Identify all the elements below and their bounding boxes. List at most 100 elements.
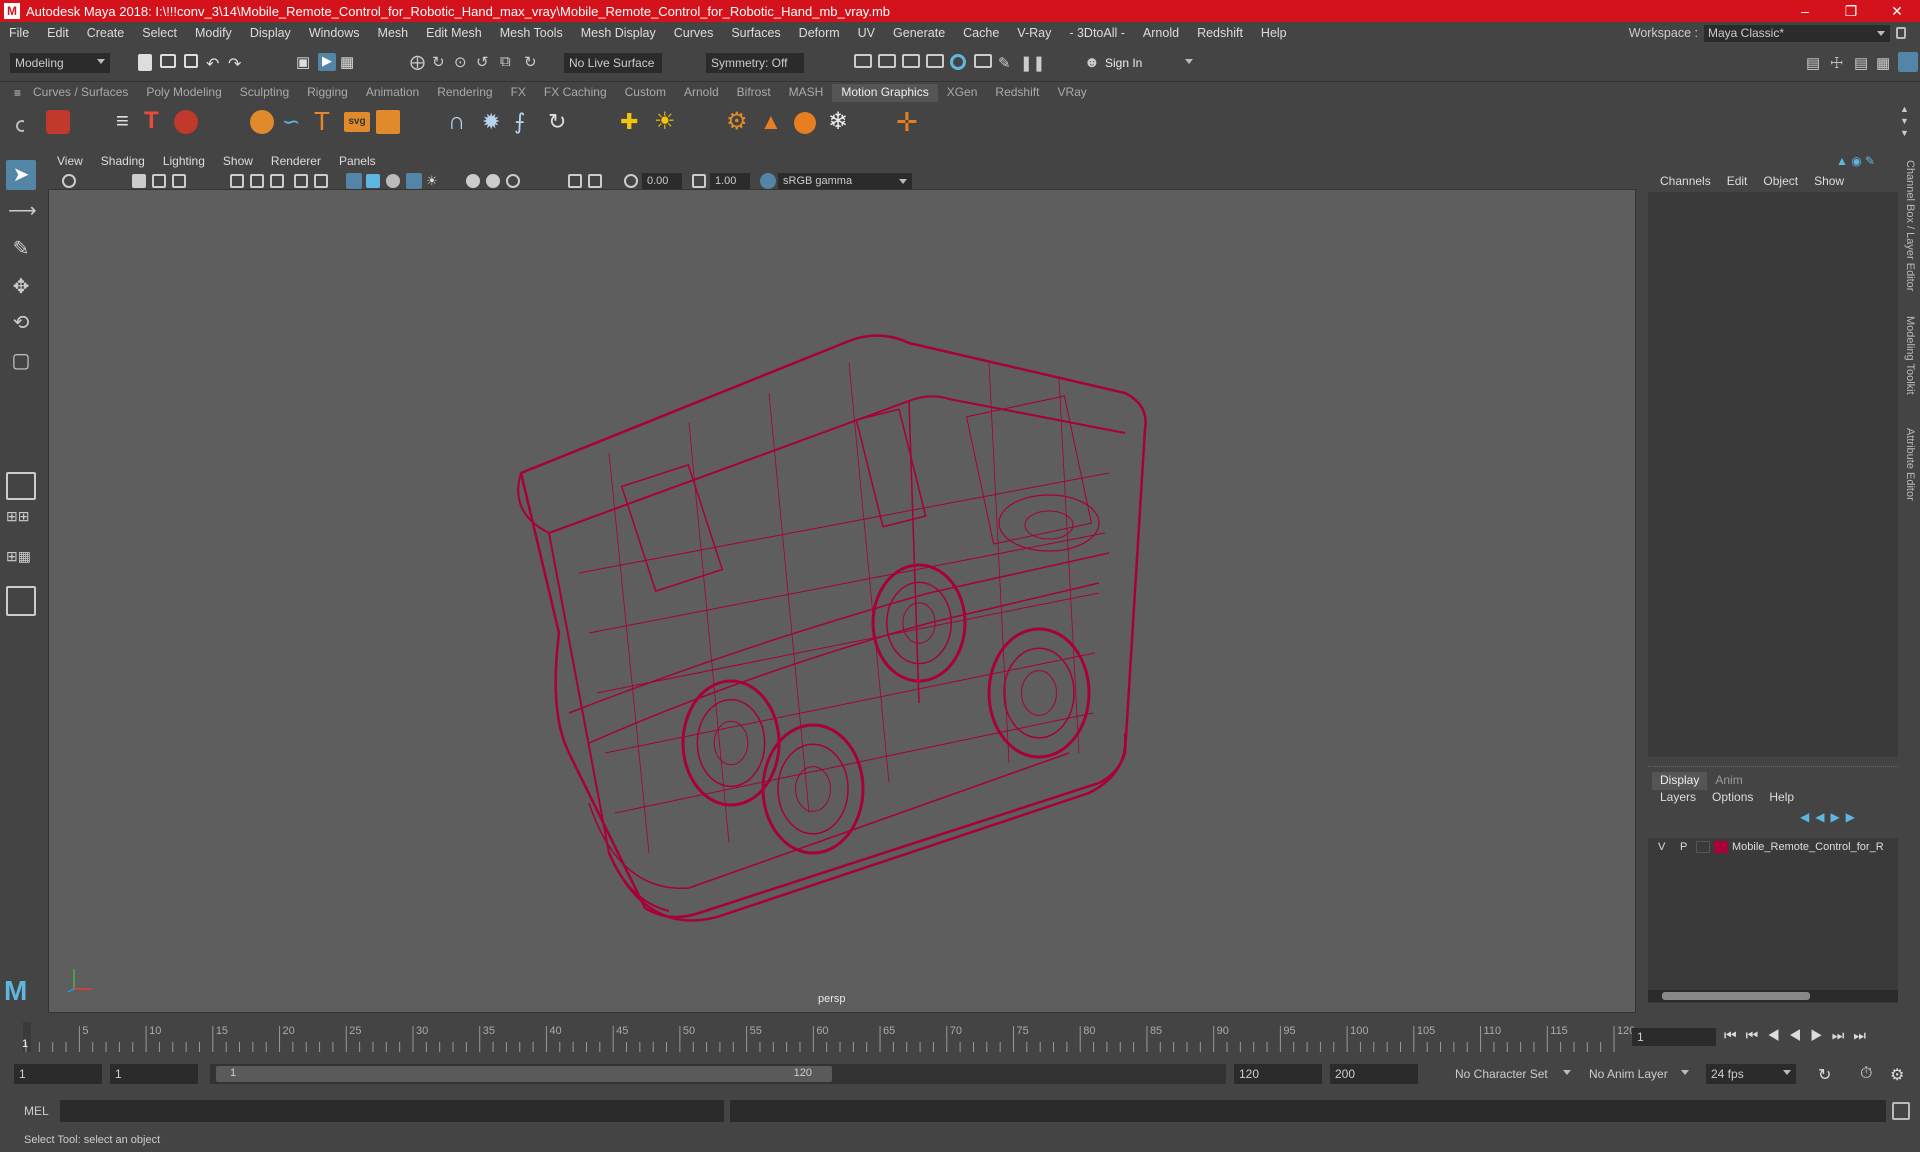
layer-arrow-icons[interactable]: ◀◀▶▶ [1800, 810, 1892, 826]
menu-vray[interactable]: V-Ray [1008, 26, 1060, 40]
grid-toggle-icon[interactable] [230, 174, 244, 188]
layer-scroll-thumb[interactable] [1662, 992, 1810, 1000]
viewport-menu-view[interactable]: View [48, 152, 92, 172]
move-tool-icon[interactable]: ✥ [8, 274, 34, 300]
snap-curve-icon[interactable]: ↻ [432, 53, 450, 71]
save-scene-icon[interactable] [184, 54, 198, 68]
gate-mask-icon[interactable] [294, 174, 308, 188]
ipr-render-icon[interactable] [902, 54, 920, 68]
light-editor-icon[interactable]: ✎ [998, 54, 1016, 72]
render-view-icon[interactable] [854, 54, 872, 68]
undo-icon[interactable]: ↶ [206, 54, 224, 73]
shelf-tab[interactable]: FX Caching [535, 84, 616, 102]
shelf-tab[interactable]: VRay [1048, 84, 1095, 102]
step-back-frame-icon[interactable]: ◀ [1767, 1027, 1789, 1043]
shelf-scroll-up-icon[interactable]: ▲ [1900, 104, 1909, 114]
redo-icon[interactable]: ↷ [228, 54, 246, 73]
character-controls-icon[interactable]: ☩ [1830, 54, 1848, 72]
lights-icon[interactable]: ☀ [426, 174, 440, 188]
scale-tool-icon[interactable]: ▢ [8, 348, 34, 374]
svg-icon[interactable]: svg [344, 112, 370, 132]
play-back-icon[interactable]: ◀ [1789, 1027, 1811, 1043]
color-management-icon[interactable] [760, 173, 776, 189]
go-to-start-icon[interactable]: ⏮ [1724, 1027, 1746, 1043]
shelf-tab[interactable]: Custom [616, 84, 675, 102]
box-icon[interactable] [376, 110, 400, 134]
menu-set-select[interactable]: Modeling [10, 53, 110, 73]
step-back-key-icon[interactable]: ⏮ [1746, 1027, 1768, 1043]
shelf-tab[interactable]: Arnold [675, 84, 728, 102]
layer-visibility-toggle[interactable]: V [1658, 841, 1665, 853]
viewport-menu-panels[interactable]: Panels [330, 152, 385, 172]
maximize-button[interactable]: ❐ [1828, 0, 1874, 22]
layer-type-toggle[interactable] [1696, 841, 1710, 853]
modeling-toolkit-side-tab[interactable]: Modeling Toolkit [1904, 316, 1916, 395]
menu-mesh-tools[interactable]: Mesh Tools [491, 26, 572, 40]
render-settings-icon[interactable] [926, 54, 944, 68]
blob-icon[interactable] [794, 112, 816, 134]
panel-splitter[interactable] [1648, 766, 1898, 770]
type-icon[interactable]: T [314, 108, 338, 134]
camera-attributes-icon[interactable] [132, 174, 146, 188]
menu-generate[interactable]: Generate [884, 26, 954, 40]
shelf-menu-arrow-icon[interactable]: ▼ [1900, 128, 1909, 138]
snap-grid-icon[interactable]: ⨁ [410, 53, 428, 71]
show-menu[interactable]: Show [1806, 174, 1852, 190]
time-slider[interactable]: 5 10 15 20 25 30 35 40 45 50 55 60 65 70 75 80 85 90 95 100… [0, 1018, 1920, 1056]
layer-scrollbar[interactable] [1648, 990, 1898, 1002]
modeling-toolkit-icon[interactable]: ▤ [1806, 54, 1824, 72]
auto-key-icon[interactable]: ⏱ [1860, 1065, 1878, 1083]
shelf-tab[interactable]: Curves / Surfaces [24, 84, 137, 102]
shadows-icon[interactable] [466, 174, 480, 188]
channel-box-side-tab[interactable]: Channel Box / Layer Editor [1904, 160, 1916, 291]
snowflake-icon[interactable]: ❄ [828, 108, 854, 136]
wireframe-on-shaded-icon[interactable] [386, 174, 400, 188]
shelf-scroll-down-icon[interactable]: ▼ [1900, 116, 1909, 126]
layer-name[interactable]: Mobile_Remote_Control_for_R [1732, 841, 1884, 853]
options-menu[interactable]: Options [1704, 790, 1761, 806]
select-by-component-icon[interactable]: ▦ [340, 53, 358, 71]
select-tool-icon[interactable]: ➤ [6, 160, 36, 190]
shelf-tab[interactable]: Poly Modeling [137, 84, 230, 102]
pause-render-icon[interactable]: ❚❚ [1020, 54, 1045, 72]
object-menu[interactable]: Object [1755, 174, 1806, 190]
mash-cube-icon[interactable] [46, 110, 70, 134]
menu-mesh-display[interactable]: Mesh Display [572, 26, 665, 40]
snap-plane-icon[interactable]: ↺ [476, 53, 494, 71]
resolution-gate-icon[interactable] [270, 174, 284, 188]
smooth-shade-icon[interactable] [366, 174, 380, 188]
menu-file[interactable]: File [0, 26, 38, 40]
menu-3dtoall[interactable]: - 3DtoAll - [1060, 26, 1134, 40]
brush-icon[interactable]: ✹ [482, 108, 508, 136]
animation-start-field[interactable]: 1 [14, 1064, 102, 1084]
list-icon[interactable]: ≡ [116, 110, 136, 132]
curve-icon[interactable]: ∽ [282, 110, 306, 134]
sphere-icon[interactable] [250, 110, 274, 134]
menu-edit[interactable]: Edit [38, 26, 78, 40]
exposure-icon[interactable] [624, 174, 638, 188]
gear-orange-icon[interactable]: ⚙ [726, 108, 752, 136]
paint-select-tool-icon[interactable]: ✎ [8, 236, 34, 262]
viewport-menu-shading[interactable]: Shading [92, 152, 154, 172]
character-set-select[interactable]: No Character Set [1450, 1064, 1576, 1084]
shirt-icon[interactable]: ▲ [760, 108, 786, 136]
menu-edit-mesh[interactable]: Edit Mesh [417, 26, 491, 40]
shelf-tab[interactable]: MASH [780, 84, 833, 102]
gamma-icon[interactable] [692, 174, 706, 188]
viewport-persp[interactable] [48, 152, 1636, 1013]
viewport-menu-show[interactable]: Show [214, 152, 262, 172]
channel-box[interactable] [1648, 192, 1898, 757]
command-input[interactable] [60, 1100, 724, 1122]
menu-modify[interactable]: Modify [186, 26, 241, 40]
shelf-tab[interactable]: Animation [357, 84, 428, 102]
image-plane-icon[interactable] [172, 174, 186, 188]
channel-box-icon[interactable] [1898, 52, 1918, 72]
playback-end-field[interactable]: 120 [1234, 1064, 1322, 1084]
new-scene-icon[interactable] [138, 54, 152, 71]
attribute-editor-icon[interactable]: ▤ [1854, 54, 1872, 72]
close-button[interactable]: ✕ [1874, 0, 1920, 22]
edit-menu[interactable]: Edit [1719, 174, 1756, 190]
menu-display[interactable]: Display [241, 26, 300, 40]
plus-orange-icon[interactable]: ✛ [896, 108, 922, 136]
open-scene-icon[interactable] [160, 54, 176, 68]
